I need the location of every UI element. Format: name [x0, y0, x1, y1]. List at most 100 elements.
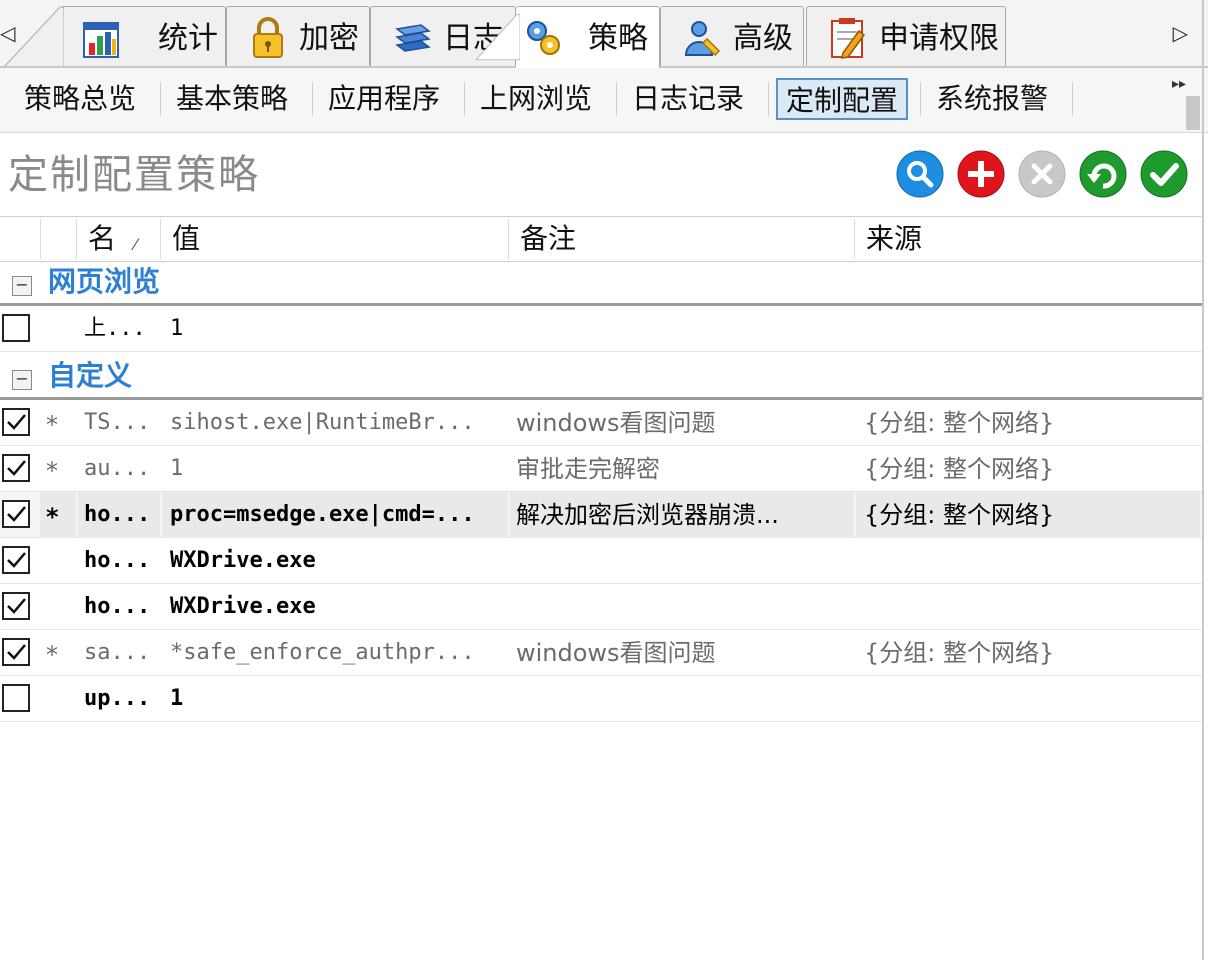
subtab-applications[interactable]: 应用程序 — [320, 78, 448, 120]
checkmark-icon — [7, 460, 26, 476]
checkmark-icon — [7, 414, 26, 430]
cell-value: *safe_enforce_authpr... — [170, 640, 475, 665]
table-row[interactable]: 上... 1 — [0, 306, 1202, 352]
group-row-custom: − 自定义 — [0, 354, 1202, 400]
subtab-separator — [920, 82, 921, 116]
subtab-log-records[interactable]: 日志记录 — [624, 78, 752, 120]
group-label: 网页浏览 — [48, 265, 161, 298]
tab-label: 申请权限 — [879, 21, 999, 56]
modified-star: * — [46, 503, 59, 531]
collapse-toggle-icon[interactable]: − — [12, 370, 32, 390]
row-checkbox[interactable] — [2, 408, 30, 436]
column-header-source[interactable]: 来源 — [866, 221, 922, 257]
group-row-web-browsing: − 网页浏览 — [0, 260, 1202, 306]
magnifier-icon — [896, 150, 944, 198]
subtab-policy-overview[interactable]: 策略总览 — [16, 78, 144, 120]
cell-value: 1 — [170, 456, 184, 481]
column-separator[interactable] — [508, 219, 509, 259]
checkmark-icon — [7, 644, 26, 660]
subtab-custom-config[interactable]: 定制配置 — [776, 78, 909, 120]
apply-button[interactable] — [1140, 150, 1188, 198]
policy-grid: 名 ⁄ 值 备注 来源 − 网页浏览 上... 1 − 自定义 * TS... … — [0, 216, 1202, 960]
bar-chart-icon — [83, 22, 119, 58]
tabs-next-arrow-icon[interactable]: ▷ — [1173, 18, 1188, 48]
notepad-pencil-icon — [831, 18, 866, 59]
cell-value: 1 — [170, 316, 184, 341]
collapse-toggle-icon[interactable]: − — [12, 276, 32, 296]
undo-arrow-icon — [1079, 150, 1127, 198]
cell-value: sihost.exe|RuntimeBr... — [170, 410, 475, 435]
checkmark-icon — [7, 598, 26, 614]
row-checkbox[interactable] — [2, 592, 30, 620]
add-button[interactable] — [957, 150, 1005, 198]
subtab-separator — [160, 82, 161, 116]
user-tools-icon — [684, 21, 721, 57]
cell-value: proc=msedge.exe|cmd=... — [170, 502, 475, 527]
page-title: 定制配置策略 — [8, 152, 260, 198]
tab-label: 统计 — [158, 21, 218, 56]
cell-value: 1 — [170, 686, 184, 711]
subtab-web-browsing[interactable]: 上网浏览 — [472, 78, 600, 120]
cell-value: WXDrive.exe — [170, 548, 316, 573]
tab-request-permission[interactable]: 申请权限 — [806, 6, 1006, 66]
table-row[interactable]: * TS... sihost.exe|RuntimeBr... windows看… — [0, 400, 1202, 446]
row-checkbox[interactable] — [2, 546, 30, 574]
cell-source: {分组: 整个网络} — [864, 501, 1055, 529]
column-header-note[interactable]: 备注 — [520, 221, 576, 257]
column-header-value[interactable]: 值 — [172, 221, 200, 257]
tab-advanced[interactable]: 高级 — [660, 6, 804, 66]
table-row[interactable]: * au... 1 审批走完解密 {分组: 整个网络} — [0, 446, 1202, 492]
cell-name: au... — [84, 456, 151, 481]
cell-value: WXDrive.exe — [170, 594, 316, 619]
padlock-icon — [253, 17, 283, 58]
modified-star: * — [46, 457, 58, 485]
row-checkbox[interactable] — [2, 454, 30, 482]
column-separator[interactable] — [160, 219, 161, 259]
row-checkbox[interactable] — [2, 638, 30, 666]
tab-encrypt[interactable]: 加密 — [226, 6, 370, 66]
cell-source: {分组: 整个网络} — [864, 639, 1055, 667]
tab-label: 加密 — [299, 21, 359, 56]
cell-name: ho... — [84, 594, 151, 619]
tab-label: 策略 — [588, 21, 648, 56]
cell-source: {分组: 整个网络} — [864, 409, 1055, 437]
undo-button[interactable] — [1079, 150, 1127, 198]
cross-icon — [1018, 150, 1066, 198]
subtab-separator — [312, 82, 313, 116]
cell-name: up... — [84, 686, 151, 711]
row-checkbox[interactable] — [2, 500, 30, 528]
table-row[interactable]: ho... WXDrive.exe — [0, 538, 1202, 584]
delete-button[interactable] — [1018, 150, 1066, 198]
cell-note: windows看图问题 — [516, 409, 716, 437]
subtab-basic-policy[interactable]: 基本策略 — [168, 78, 296, 120]
tab-slant-edge — [4, 7, 64, 67]
search-button[interactable] — [896, 150, 944, 198]
row-checkbox[interactable] — [2, 314, 30, 342]
table-row[interactable]: up... 1 — [0, 676, 1202, 722]
cell-name: 上... — [84, 316, 146, 341]
column-header-name[interactable]: 名 — [88, 221, 116, 257]
tab-stats[interactable]: 统计 — [4, 6, 226, 67]
log-books-icon — [395, 24, 431, 52]
sub-tab-bar: 策略总览 基本策略 应用程序 上网浏览 日志记录 定制配置 系统报警 ▸▸ — [0, 68, 1208, 133]
cell-name: ho... — [84, 548, 151, 573]
table-row[interactable]: ho... WXDrive.exe — [0, 584, 1202, 630]
row-checkbox[interactable] — [2, 684, 30, 712]
tab-policy[interactable]: 策略 — [476, 6, 660, 68]
subtab-separator — [464, 82, 465, 116]
subtab-system-alerts[interactable]: 系统报警 — [928, 78, 1056, 120]
cell-name: sa... — [84, 640, 151, 665]
column-separator[interactable] — [76, 219, 77, 259]
subtab-separator — [1072, 82, 1073, 116]
checkmark-icon — [7, 506, 26, 522]
column-separator[interactable] — [854, 219, 855, 259]
plus-icon — [957, 150, 1005, 198]
table-row-selected[interactable]: * ho... proc=msedge.exe|cmd=... 解决加密后浏览器… — [0, 492, 1202, 538]
column-separator[interactable] — [40, 219, 41, 259]
table-row[interactable]: * sa... *safe_enforce_authpr... windows看… — [0, 630, 1202, 676]
subtab-scrollbar[interactable] — [1186, 96, 1200, 130]
cell-note: windows看图问题 — [516, 639, 716, 667]
modified-star: * — [46, 411, 58, 439]
subtab-overflow-icon[interactable]: ▸▸ — [1172, 76, 1186, 92]
subtab-separator — [616, 82, 617, 116]
